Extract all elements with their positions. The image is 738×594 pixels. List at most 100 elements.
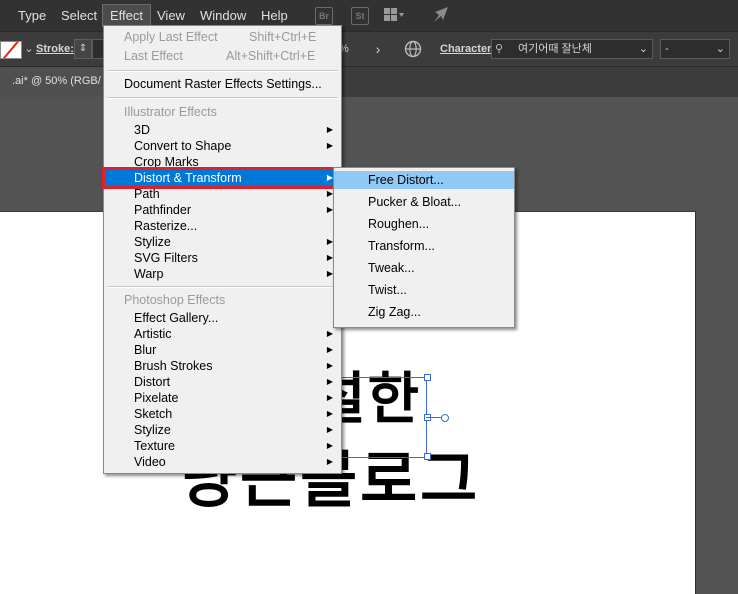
- photoshop-effects-header: Photoshop Effects: [104, 292, 341, 308]
- fill-swatch[interactable]: [0, 41, 22, 59]
- submenu-arrow-icon: ▶: [326, 345, 333, 354]
- menu-effect[interactable]: Effect: [102, 4, 152, 27]
- illustrator-effects-header: Illustrator Effects: [104, 104, 341, 120]
- section-header-label: Illustrator Effects: [124, 105, 217, 119]
- menu-item-brush-strokes[interactable]: Brush Strokes ▶: [104, 358, 341, 374]
- stock-icon[interactable]: St: [351, 7, 369, 25]
- rotation-handle-line: [426, 417, 442, 418]
- font-search-icon: ⚲: [495, 43, 504, 55]
- menu-separator: [107, 70, 338, 72]
- menu-item-blur[interactable]: Blur ▶: [104, 342, 341, 358]
- menu-item-label: SVG Filters: [134, 251, 198, 265]
- menu-item-crop-marks[interactable]: Crop Marks: [104, 154, 341, 170]
- menu-select[interactable]: Select: [61, 8, 97, 23]
- menu-item-3d[interactable]: 3D ▶: [104, 122, 341, 138]
- shortcut-label: Shift+Ctrl+E: [249, 30, 317, 44]
- menu-item-label: Pathfinder: [134, 203, 191, 217]
- menu-item-label: Texture: [134, 439, 175, 453]
- submenu-item-zig-zag[interactable]: Zig Zag...: [334, 303, 514, 321]
- distort-transform-submenu: Free Distort... Pucker & Bloat... Roughe…: [333, 167, 515, 328]
- menu-item-video[interactable]: Video ▶: [104, 454, 341, 470]
- menu-item-artistic[interactable]: Artistic ▶: [104, 326, 341, 342]
- submenu-arrow-icon: ▶: [326, 457, 333, 466]
- menu-item-label: Transform...: [368, 239, 435, 253]
- menu-item-rasterize[interactable]: Rasterize...: [104, 218, 341, 234]
- menu-item-label: Last Effect: [124, 49, 183, 63]
- menu-item-last-effect[interactable]: Last Effect Alt+Shift+Ctrl+E: [104, 48, 341, 64]
- menu-item-label: Stylize: [134, 423, 171, 437]
- stroke-label[interactable]: Stroke:: [36, 43, 74, 55]
- menu-help[interactable]: Help: [261, 8, 288, 23]
- menu-item-label: Convert to Shape: [134, 139, 232, 153]
- opacity-arrow-icon[interactable]: ›: [369, 39, 387, 59]
- menu-item-label: Tweak...: [368, 261, 415, 275]
- menu-item-stylize-ps[interactable]: Stylize ▶: [104, 422, 341, 438]
- menu-item-label: Stylize: [134, 235, 171, 249]
- menu-item-label: Document Raster Effects Settings...: [124, 77, 322, 91]
- menu-item-sketch[interactable]: Sketch ▶: [104, 406, 341, 422]
- menu-item-label: Video: [134, 455, 166, 469]
- document-tab-title: .ai* @ 50% (RGB/: [12, 75, 101, 87]
- menu-item-label: Path: [134, 187, 160, 201]
- menu-item-label: Warp: [134, 267, 164, 281]
- menu-item-label: Effect Gallery...: [134, 311, 219, 325]
- submenu-arrow-icon: ▶: [326, 125, 333, 134]
- selection-handle[interactable]: [424, 453, 431, 460]
- font-family-field[interactable]: ⚲ 여기어때 잘난체 ⌄: [491, 39, 653, 59]
- menu-item-label: Pixelate: [134, 391, 179, 405]
- stroke-stepper[interactable]: ⇕: [74, 39, 92, 59]
- submenu-item-tweak[interactable]: Tweak...: [334, 259, 514, 277]
- menu-item-distort-transform[interactable]: Distort & Transform ▶: [104, 170, 341, 186]
- font-style-chevron-icon[interactable]: ⌄: [716, 40, 725, 58]
- menu-item-distort[interactable]: Distort ▶: [104, 374, 341, 390]
- menu-window[interactable]: Window: [200, 8, 246, 23]
- menu-item-stylize[interactable]: Stylize ▶: [104, 234, 341, 250]
- menu-item-convert-to-shape[interactable]: Convert to Shape ▶: [104, 138, 341, 154]
- menu-item-texture[interactable]: Texture ▶: [104, 438, 341, 454]
- menu-item-label: Distort: [134, 375, 171, 389]
- menu-item-label: Zig Zag...: [368, 305, 421, 319]
- menu-item-label: Pucker & Bloat...: [368, 195, 462, 209]
- font-style-value: -: [665, 43, 669, 55]
- submenu-arrow-icon: ▶: [326, 329, 333, 338]
- rotation-handle[interactable]: [441, 414, 449, 422]
- globe-icon[interactable]: [404, 40, 422, 61]
- submenu-item-free-distort[interactable]: Free Distort...: [334, 171, 514, 189]
- font-family-chevron-icon[interactable]: ⌄: [639, 40, 648, 58]
- submenu-item-pucker-bloat[interactable]: Pucker & Bloat...: [334, 193, 514, 211]
- submenu-item-roughen[interactable]: Roughen...: [334, 215, 514, 233]
- menu-item-label: Twist...: [368, 283, 407, 297]
- document-tab[interactable]: .ai* @ 50% (RGB/: [0, 67, 104, 97]
- submenu-item-twist[interactable]: Twist...: [334, 281, 514, 299]
- submenu-arrow-icon: ▶: [326, 377, 333, 386]
- menu-item-label: Sketch: [134, 407, 173, 421]
- menu-separator: [107, 97, 338, 99]
- send-icon[interactable]: [432, 6, 450, 29]
- effect-menu: Apply Last Effect Shift+Ctrl+E Last Effe…: [103, 25, 342, 474]
- menu-item-label: Free Distort...: [368, 173, 444, 187]
- menu-item-apply-last-effect[interactable]: Apply Last Effect Shift+Ctrl+E: [104, 29, 341, 45]
- submenu-arrow-icon: ▶: [326, 361, 333, 370]
- submenu-item-transform[interactable]: Transform...: [334, 237, 514, 255]
- submenu-arrow-icon: ▶: [326, 141, 333, 150]
- font-style-field[interactable]: - ⌄: [660, 39, 730, 59]
- menu-item-svg-filters[interactable]: SVG Filters ▶: [104, 250, 341, 266]
- font-family-value: 여기어때 잘난체: [518, 43, 592, 55]
- menu-item-effect-gallery[interactable]: Effect Gallery...: [104, 310, 341, 326]
- selection-handle[interactable]: [424, 374, 431, 381]
- character-label[interactable]: Character:: [440, 43, 495, 55]
- menu-item-warp[interactable]: Warp ▶: [104, 266, 341, 282]
- arrange-documents-icon[interactable]: [384, 8, 404, 22]
- submenu-arrow-icon: ▶: [326, 409, 333, 418]
- menu-item-pathfinder[interactable]: Pathfinder ▶: [104, 202, 341, 218]
- menu-item-label: Roughen...: [368, 217, 430, 231]
- submenu-arrow-icon: ▶: [326, 441, 333, 450]
- menu-item-document-raster-effects-settings[interactable]: Document Raster Effects Settings...: [104, 76, 341, 92]
- menu-view[interactable]: View: [157, 8, 185, 23]
- menu-item-path[interactable]: Path ▶: [104, 186, 341, 202]
- menu-item-pixelate[interactable]: Pixelate ▶: [104, 390, 341, 406]
- menu-type[interactable]: Type: [18, 8, 46, 23]
- menu-item-label: Blur: [134, 343, 157, 357]
- bridge-icon[interactable]: Br: [315, 7, 333, 25]
- shortcut-label: Alt+Shift+Ctrl+E: [226, 49, 316, 63]
